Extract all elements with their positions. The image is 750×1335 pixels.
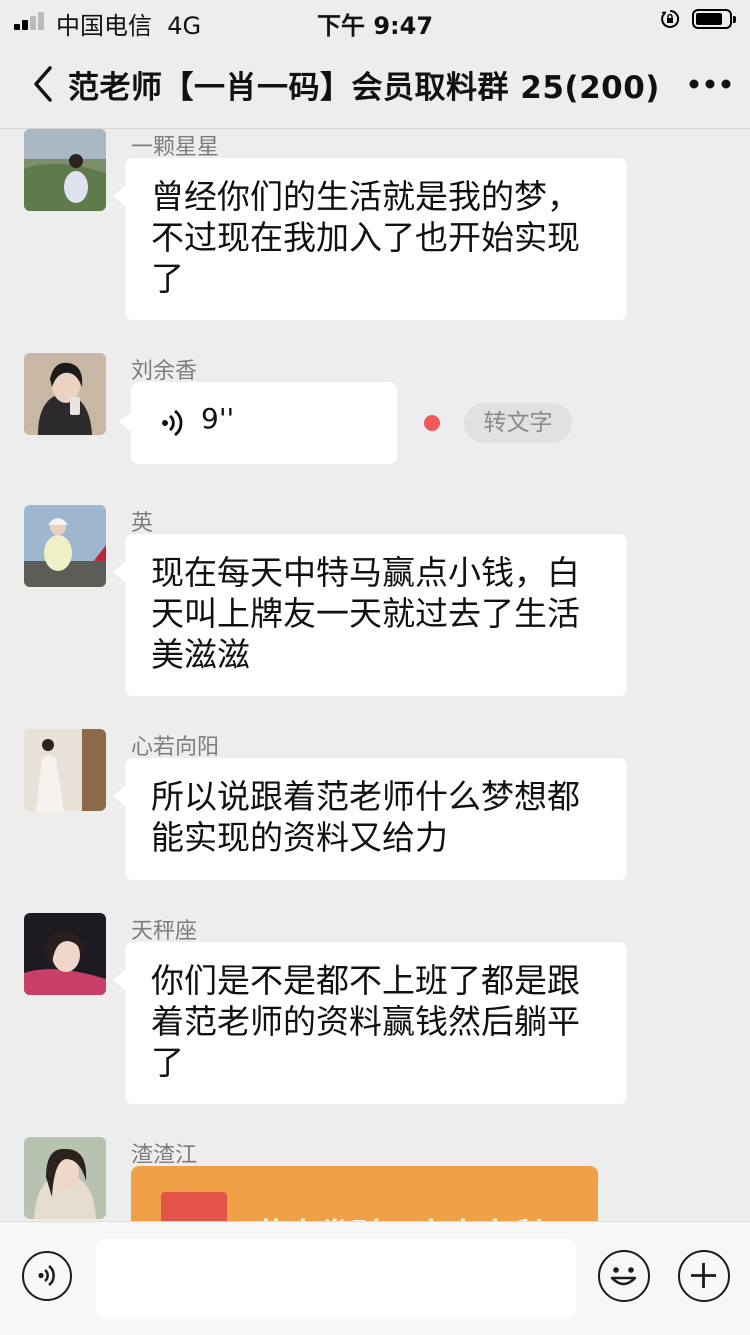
rotation-lock-icon bbox=[661, 9, 680, 28]
avatar[interactable] bbox=[24, 353, 106, 435]
avatar[interactable] bbox=[24, 129, 106, 211]
chevron-left-icon[interactable] bbox=[30, 64, 58, 104]
avatar[interactable] bbox=[24, 505, 106, 587]
red-packet-text: 恭喜发财，大吉大利 bbox=[255, 1210, 543, 1221]
sender-name: 心若向阳 bbox=[131, 735, 220, 760]
voice-icon bbox=[38, 1265, 55, 1286]
voice-duration: 9'' bbox=[201, 402, 235, 435]
message-input[interactable] bbox=[96, 1239, 576, 1319]
message-bubble[interactable]: 你们是不是都不上班了都是跟着范老师的资料赢钱然后躺平了 bbox=[113, 942, 627, 1104]
status-bar: 中国电信 4G 下午 9:47 bbox=[0, 0, 750, 40]
sender-name: 渣渣江 bbox=[131, 1143, 198, 1168]
message-bubble[interactable]: 曾经你们的生活就是我的梦，不过现在我加入了也开始实现了 bbox=[113, 158, 627, 320]
voice-icon bbox=[162, 409, 183, 437]
chat-list[interactable]: 一颗星星 曾经你们的生活就是我的梦，不过现在我加入了也开始实现了 刘余香 9''… bbox=[0, 129, 750, 1221]
nav-bar: 范老师【一肖一码】会员取料群 25(200) bbox=[0, 40, 750, 129]
add-button[interactable] bbox=[678, 1250, 730, 1302]
sender-name: 英 bbox=[131, 511, 154, 536]
red-packet-icon bbox=[161, 1192, 227, 1221]
message-bubble[interactable]: 所以说跟着范老师什么梦想都能实现的资料又给力 bbox=[113, 758, 627, 880]
red-packet-bubble[interactable]: 恭喜发财，大吉大利 bbox=[131, 1166, 598, 1221]
message-bubble[interactable]: 现在每天中特马赢点小钱，白天叫上牌友一天就过去了生活美滋滋 bbox=[113, 534, 627, 696]
avatar[interactable] bbox=[24, 729, 106, 811]
emoji-button[interactable] bbox=[598, 1250, 650, 1302]
more-dots-icon[interactable] bbox=[688, 70, 732, 98]
plus-icon bbox=[691, 1263, 716, 1288]
status-time: 下午 9:47 bbox=[316, 12, 434, 40]
voice-input-button[interactable] bbox=[22, 1251, 72, 1301]
convert-to-text-button[interactable]: 转文字 bbox=[464, 403, 572, 443]
voice-message-bubble[interactable]: 9'' bbox=[119, 382, 397, 464]
input-bar bbox=[0, 1221, 750, 1335]
avatar[interactable] bbox=[24, 913, 106, 995]
unread-dot bbox=[424, 415, 440, 431]
battery-icon bbox=[692, 9, 736, 29]
emoji-icon bbox=[610, 1267, 637, 1286]
avatar[interactable] bbox=[24, 1137, 106, 1219]
sender-name: 天秤座 bbox=[131, 919, 198, 944]
chat-title: 范老师【一肖一码】会员取料群 25(200) bbox=[68, 70, 660, 106]
sender-name: 刘余香 bbox=[131, 359, 198, 384]
sender-name: 一颗星星 bbox=[131, 135, 220, 160]
